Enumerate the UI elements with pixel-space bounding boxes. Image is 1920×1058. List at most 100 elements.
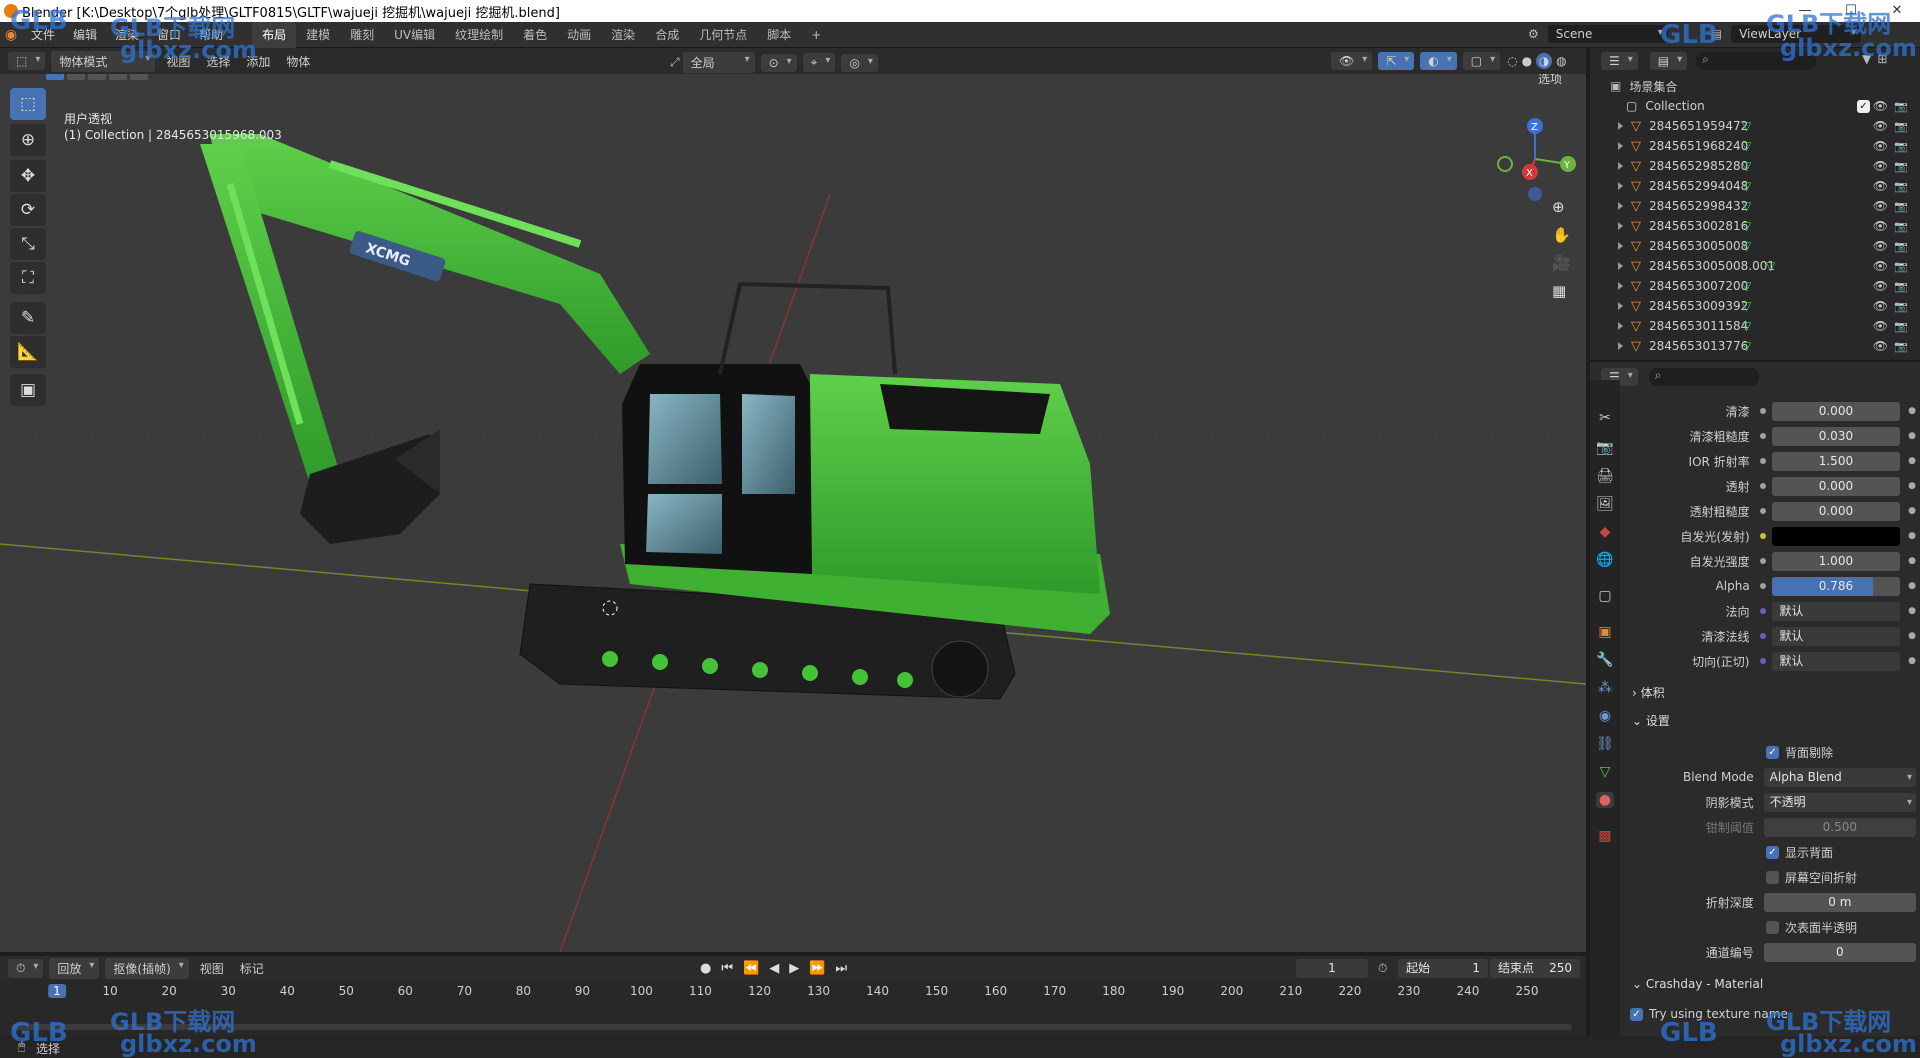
try-texture-checkbox[interactable]: ✓: [1630, 1007, 1643, 1021]
play-icon[interactable]: ▶: [789, 961, 799, 976]
select-extend-icon[interactable]: [67, 74, 85, 80]
section-volume[interactable]: › 体积: [1626, 682, 1916, 704]
modifier-tab-icon[interactable]: 🔧: [1596, 652, 1614, 668]
shading-wireframe-icon[interactable]: ◌: [1507, 54, 1517, 68]
render-camera-icon[interactable]: 📷: [1894, 340, 1908, 353]
world-tab-icon[interactable]: 🌐: [1596, 552, 1614, 568]
editor-type-dropdown[interactable]: ⬚: [8, 52, 46, 70]
mesh-data-icon[interactable]: ▽: [1742, 339, 1751, 353]
expand-arrow-icon[interactable]: [1618, 122, 1623, 130]
value-slider[interactable]: 0.000: [1771, 476, 1901, 496]
select-intersect-icon[interactable]: [130, 74, 148, 80]
refraction-depth-field[interactable]: 0 m: [1763, 892, 1916, 912]
mesh-data-icon[interactable]: ▽: [1766, 259, 1775, 273]
render-camera-icon[interactable]: 📷: [1894, 300, 1908, 313]
snap-dropdown[interactable]: ⌖: [802, 53, 836, 72]
render-camera-icon[interactable]: 📷: [1894, 100, 1908, 113]
tab-uv-editing[interactable]: UV编辑: [384, 22, 445, 48]
tab-animation[interactable]: 动画: [557, 22, 601, 48]
tab-sculpting[interactable]: 雕刻: [340, 22, 384, 48]
timeline[interactable]: 1 10 20 30 40 50 60 70 80 90 100 110 120 130 140 150 160…: [0, 980, 1586, 1036]
expand-arrow-icon[interactable]: [1618, 262, 1623, 270]
select-invert-icon[interactable]: [109, 74, 127, 80]
properties-search-input[interactable]: ⌕: [1648, 368, 1759, 386]
render-camera-icon[interactable]: 📷: [1894, 180, 1908, 193]
zoom-icon[interactable]: ⊕: [1552, 198, 1565, 216]
visibility-eye-icon[interactable]: 👁: [1873, 299, 1888, 313]
render-camera-icon[interactable]: 📷: [1894, 160, 1908, 173]
options-dropdown[interactable]: 选项: [1530, 74, 1581, 89]
current-frame-field[interactable]: 1: [1296, 958, 1368, 978]
gizmo-toggle[interactable]: ⇱: [1378, 52, 1415, 70]
expand-arrow-icon[interactable]: [1618, 202, 1623, 210]
keyframe-dot-icon[interactable]: ●: [1908, 456, 1916, 466]
outliner-editor-icon[interactable]: ☰: [1601, 52, 1638, 70]
outliner-object-row[interactable]: ▽ 2845652998432 ▽ 👁 📷: [1590, 196, 1920, 216]
collection-checkbox[interactable]: ✓: [1857, 99, 1870, 113]
section-settings[interactable]: ⌄ 设置: [1626, 710, 1916, 732]
pan-hand-icon[interactable]: ✋: [1552, 226, 1571, 244]
value-slider[interactable]: 0.000: [1771, 401, 1901, 421]
keyframe-dot-icon[interactable]: ●: [1908, 406, 1916, 416]
render-camera-icon[interactable]: 📷: [1894, 260, 1908, 273]
outliner-object-row[interactable]: ▽ 2845653005008 ▽ 👁 📷: [1590, 236, 1920, 256]
toolbar-transform-icon[interactable]: ⛶: [10, 262, 46, 294]
expand-arrow-icon[interactable]: [1618, 182, 1623, 190]
outliner-object-row[interactable]: ▽ 2845653005008.001 ▽ 👁 📷: [1590, 256, 1920, 276]
outliner-object-row[interactable]: ▽ 2845653011584 ▽ 👁 📷: [1590, 316, 1920, 336]
texture-tab-icon[interactable]: ▩: [1596, 828, 1614, 844]
subsurface-translucency-checkbox[interactable]: [1766, 920, 1779, 934]
navigation-gizmo[interactable]: Z Y X: [1490, 114, 1580, 204]
render-tab-icon[interactable]: 📷: [1596, 440, 1614, 456]
outliner-object-row[interactable]: ▽ 2845651959472 ▽ 👁 📷: [1590, 116, 1920, 136]
visibility-eye-icon[interactable]: 👁: [1873, 159, 1888, 173]
toolbar-annotate-icon[interactable]: ✎: [10, 302, 46, 334]
section-crashday-material[interactable]: ⌄ Crashday - Material: [1626, 973, 1916, 995]
scene-selector[interactable]: Scene: [1547, 25, 1668, 43]
toolbar-select-box-icon[interactable]: ⬚: [10, 88, 46, 120]
tab-geometry-nodes[interactable]: 几何节点: [689, 22, 757, 48]
toolbar-measure-icon[interactable]: 📐: [10, 336, 46, 368]
mesh-data-icon[interactable]: ▽: [1742, 179, 1751, 193]
material-tab-icon[interactable]: ●: [1596, 792, 1614, 808]
keyframe-dot-icon[interactable]: ●: [1908, 581, 1916, 591]
tab-modeling[interactable]: 建模: [296, 22, 340, 48]
transform-orientation-dropdown[interactable]: 全局: [682, 52, 755, 73]
render-camera-icon[interactable]: 📷: [1894, 200, 1908, 213]
timeline-editor-icon[interactable]: ⏱: [8, 958, 44, 978]
collection-tab-icon[interactable]: ▢: [1596, 588, 1614, 604]
jump-start-icon[interactable]: ⏮: [721, 961, 733, 976]
mesh-data-icon[interactable]: ▽: [1742, 319, 1751, 333]
visibility-eye-icon[interactable]: 👁: [1873, 99, 1888, 113]
blend-mode-dropdown[interactable]: Alpha Blend ▾: [1763, 767, 1916, 787]
outliner-object-row[interactable]: ▽ 2845653013776 ▽ 👁 📷: [1590, 336, 1920, 356]
render-camera-icon[interactable]: 📷: [1894, 220, 1908, 233]
keyframe-dot-icon[interactable]: ●: [1908, 606, 1916, 616]
value-slider[interactable]: 0.000: [1771, 501, 1901, 521]
mesh-data-icon[interactable]: ▽: [1742, 139, 1751, 153]
add-workspace-icon[interactable]: +: [801, 22, 831, 48]
render-camera-icon[interactable]: 📷: [1894, 320, 1908, 333]
vector-input-field[interactable]: 默认: [1771, 651, 1901, 671]
mesh-data-icon[interactable]: ▽: [1742, 219, 1751, 233]
toolbar-move-icon[interactable]: ✥: [10, 160, 46, 192]
outliner-object-row[interactable]: ▽ 2845653009392 ▽ 👁 📷: [1590, 296, 1920, 316]
backface-culling-checkbox[interactable]: ✓: [1766, 745, 1779, 759]
outliner-object-row[interactable]: ▽ 2845651968240 ▽ 👁 📷: [1590, 136, 1920, 156]
render-camera-icon[interactable]: 📷: [1894, 280, 1908, 293]
visibility-eye-icon[interactable]: 👁: [1873, 219, 1888, 233]
value-slider[interactable]: 1.500: [1771, 451, 1901, 471]
menu-object[interactable]: 物体: [278, 53, 318, 70]
overlay-toggle[interactable]: ◐: [1420, 52, 1457, 70]
tab-layout[interactable]: 布局: [252, 21, 297, 48]
value-slider[interactable]: 1.000: [1771, 551, 1901, 571]
vector-input-field[interactable]: 默认: [1771, 601, 1901, 621]
render-camera-icon[interactable]: 📷: [1894, 140, 1908, 153]
playback-dropdown[interactable]: 回放: [49, 957, 100, 979]
expand-arrow-icon[interactable]: [1618, 162, 1623, 170]
outliner-object-row[interactable]: ▽ 2845652985280 ▽ 👁 📷: [1590, 156, 1920, 176]
visibility-eye-icon[interactable]: 👁: [1873, 179, 1888, 193]
visibility-eye-icon[interactable]: 👁: [1873, 239, 1888, 253]
prev-keyframe-icon[interactable]: ⏪: [743, 961, 759, 976]
keyframe-dot-icon[interactable]: ●: [1908, 556, 1916, 566]
